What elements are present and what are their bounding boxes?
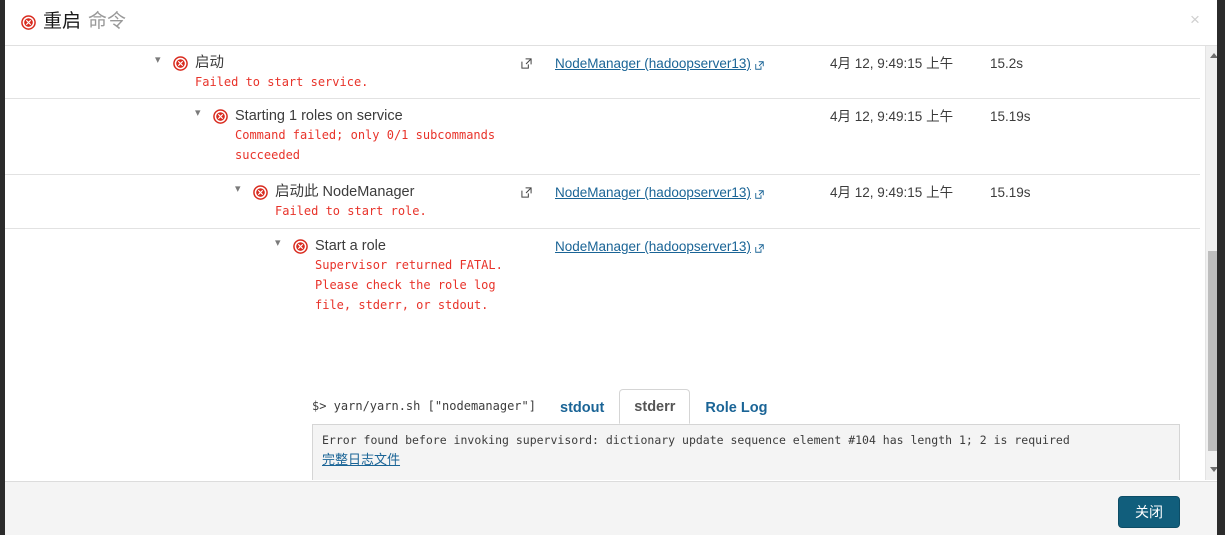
stderr-output-text: Error found before invoking supervisord:… bbox=[322, 433, 1070, 447]
duration: 15.19s bbox=[990, 109, 1031, 124]
external-link-icon[interactable] bbox=[755, 243, 764, 253]
role-link[interactable]: NodeManager (hadoopserver13) bbox=[555, 185, 751, 201]
error-circle-icon bbox=[213, 109, 228, 124]
role-link-cell[interactable]: NodeManager (hadoopserver13) bbox=[555, 185, 764, 201]
role-link-cell[interactable]: NodeManager (hadoopserver13) bbox=[555, 56, 764, 72]
tab-stdout[interactable]: stdout bbox=[545, 390, 619, 424]
output-tabs: stdout stderr Role Log bbox=[545, 388, 782, 424]
tree-node-2[interactable]: ▾ Starting 1 roles on service Command fa… bbox=[195, 108, 495, 165]
dialog-title: 重启 命令 bbox=[21, 9, 126, 35]
chevron-down-icon[interactable]: ▾ bbox=[275, 238, 286, 249]
tree-node-message: Failed to start service. bbox=[195, 75, 369, 89]
tree-node-title: Starting 1 roles on service bbox=[235, 108, 403, 124]
tree-node-4[interactable]: ▾ Start a role Supervisor returned FATAL… bbox=[275, 238, 503, 315]
tree-node-message: Failed to start role. bbox=[275, 204, 427, 218]
duration: 15.19s bbox=[990, 185, 1031, 200]
error-circle-icon bbox=[293, 239, 308, 254]
table-row: ▾ 启动 Failed to start service. NodeManage… bbox=[5, 46, 1200, 99]
tab-stderr[interactable]: stderr bbox=[619, 389, 691, 424]
dialog-body: ▾ 启动 Failed to start service. NodeManage… bbox=[5, 46, 1217, 480]
chevron-down-icon[interactable]: ▾ bbox=[195, 108, 206, 119]
dialog-title-sub: 命令 bbox=[88, 11, 127, 32]
screen: 重启 命令 × ▾ 启动 Failed to start service. No… bbox=[0, 0, 1225, 535]
external-link-icon[interactable] bbox=[521, 187, 532, 198]
timestamp: 4月 12, 9:49:15 上午 bbox=[830, 185, 954, 200]
chevron-down-icon[interactable]: ▾ bbox=[155, 55, 166, 66]
tree-node-3[interactable]: ▾ 启动此 NodeManager Failed to start role. bbox=[235, 184, 427, 221]
tree-node-1[interactable]: ▾ 启动 Failed to start service. bbox=[155, 55, 368, 92]
full-log-file-link[interactable]: 完整日志文件 bbox=[322, 451, 400, 469]
role-link[interactable]: NodeManager (hadoopserver13) bbox=[555, 239, 751, 255]
tree-node-title: Start a role bbox=[315, 238, 386, 254]
close-icon[interactable]: × bbox=[1187, 11, 1203, 28]
dialog-footer: 关闭 bbox=[5, 481, 1217, 535]
external-link-icon[interactable] bbox=[755, 60, 764, 70]
timestamp: 4月 12, 9:49:15 上午 bbox=[830, 109, 954, 124]
chevron-down-icon[interactable]: ▾ bbox=[235, 184, 246, 195]
duration: 15.2s bbox=[990, 56, 1024, 71]
close-button[interactable]: 关闭 bbox=[1118, 496, 1180, 528]
error-circle-icon bbox=[253, 185, 268, 200]
external-link-icon[interactable] bbox=[521, 58, 532, 69]
table-row: ▾ Starting 1 roles on service Command fa… bbox=[5, 99, 1200, 175]
command-tree: ▾ 启动 Failed to start service. NodeManage… bbox=[5, 46, 1200, 399]
error-circle-icon bbox=[21, 14, 36, 30]
restart-command-dialog: 重启 命令 × ▾ 启动 Failed to start service. No… bbox=[5, 0, 1217, 535]
external-link-icon[interactable] bbox=[755, 189, 764, 199]
scroll-down-arrow-icon[interactable] bbox=[1206, 462, 1217, 478]
tree-node-message: Supervisor returned FATAL. Please check … bbox=[315, 258, 503, 312]
error-circle-icon bbox=[173, 56, 188, 71]
tree-node-title: 启动此 NodeManager bbox=[275, 184, 415, 200]
scrollbar-thumb[interactable] bbox=[1208, 251, 1217, 451]
tree-node-title: 启动 bbox=[195, 55, 224, 71]
role-link-cell[interactable]: NodeManager (hadoopserver13) bbox=[555, 239, 764, 255]
dialog-header: 重启 命令 × bbox=[5, 0, 1217, 46]
dialog-title-main: 重启 bbox=[43, 11, 82, 32]
scroll-up-arrow-icon[interactable] bbox=[1206, 48, 1217, 64]
command-line: $> yarn/yarn.sh ["nodemanager"] bbox=[312, 399, 536, 413]
timestamp: 4月 12, 9:49:15 上午 bbox=[830, 56, 954, 71]
role-link[interactable]: NodeManager (hadoopserver13) bbox=[555, 56, 751, 72]
table-row: ▾ 启动此 NodeManager Failed to start role. bbox=[5, 175, 1200, 229]
tree-node-message: Command failed; only 0/1 subcommands suc… bbox=[235, 128, 496, 162]
stderr-output-panel: Error found before invoking supervisord:… bbox=[312, 424, 1180, 480]
vertical-scrollbar[interactable] bbox=[1205, 46, 1217, 480]
table-row: ▾ Start a role Supervisor returned FATAL… bbox=[5, 229, 1200, 399]
tab-role-log[interactable]: Role Log bbox=[690, 390, 782, 424]
